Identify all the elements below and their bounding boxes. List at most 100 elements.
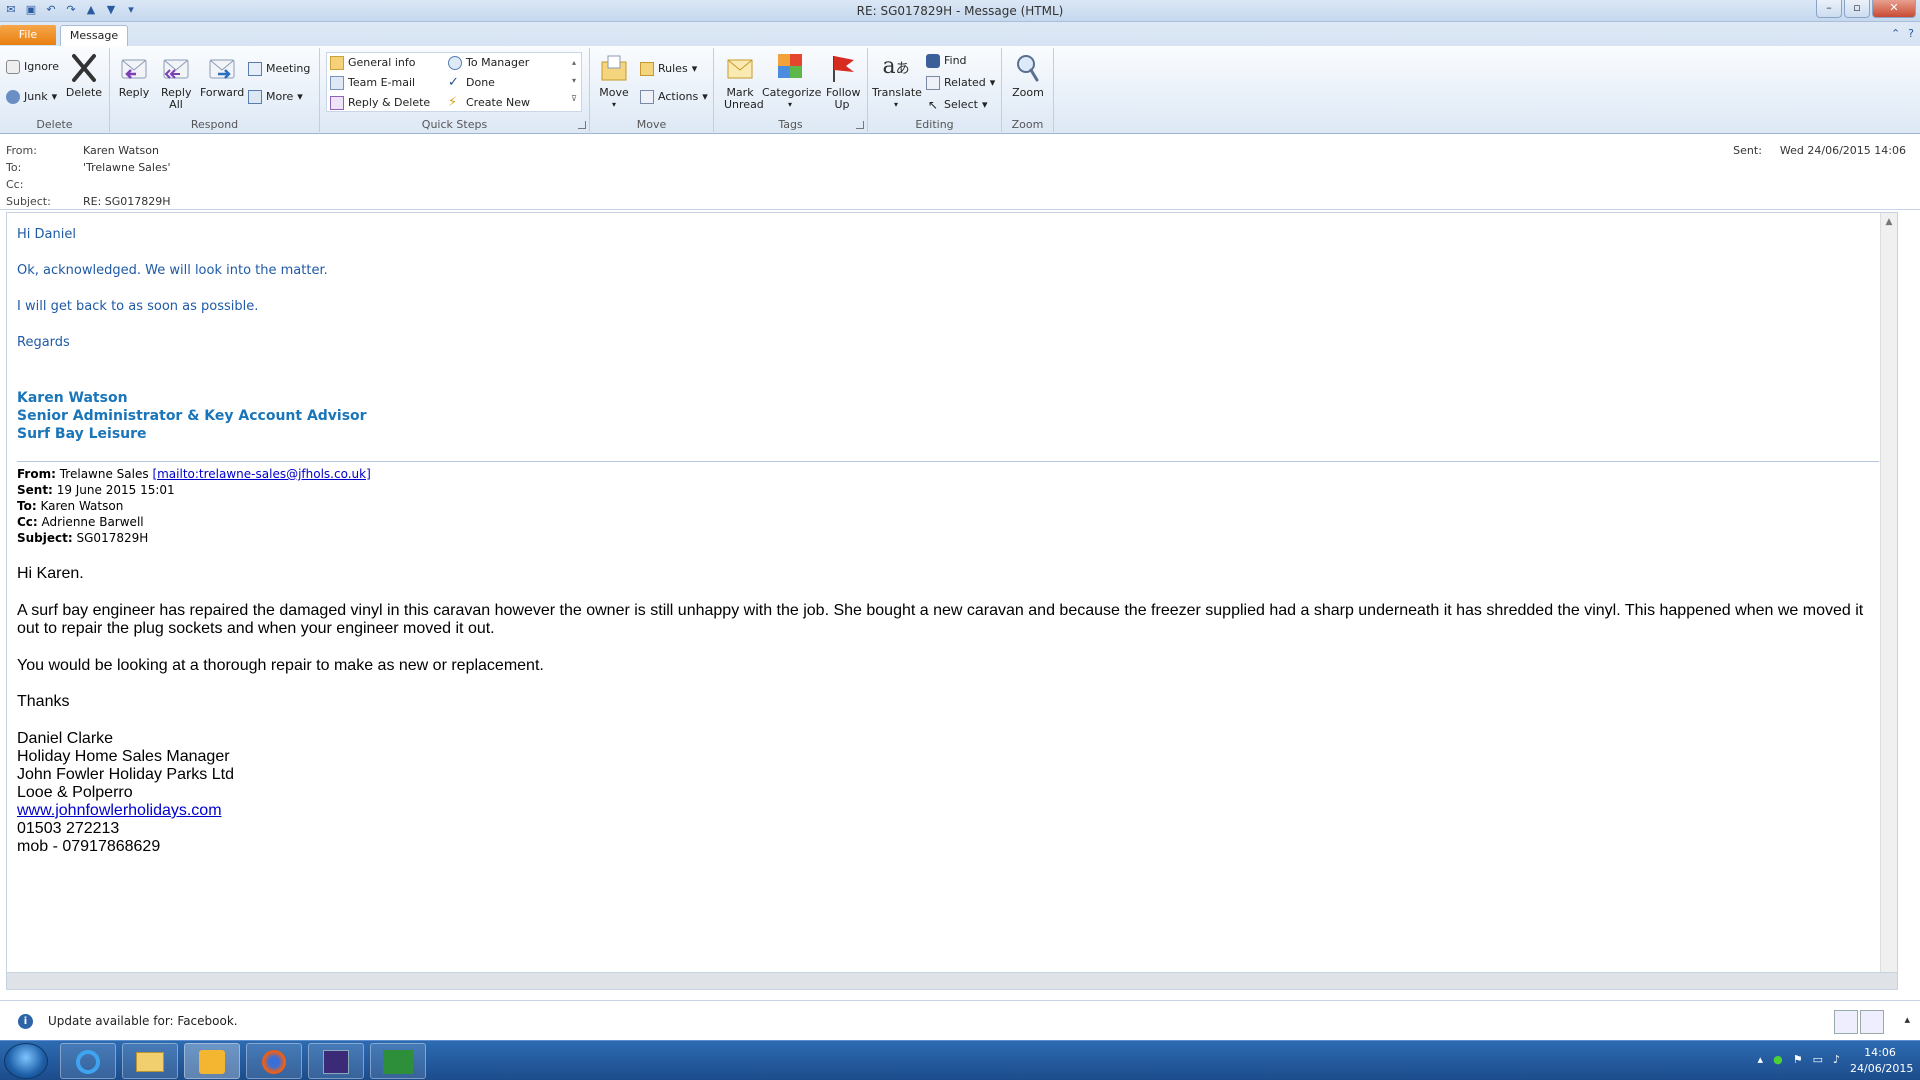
fwd-from-name: Trelawne Sales	[59, 467, 149, 481]
group-move: Move ▾ Rules ▾ Actions ▾ Move	[590, 48, 714, 132]
quickstep-to-manager[interactable]: To Manager	[448, 54, 529, 72]
signature-title: Senior Administrator & Key Account Advis…	[17, 408, 367, 424]
action-center-flag-icon[interactable]: ⚑	[1793, 1053, 1803, 1066]
minimize-ribbon-icon[interactable]: ⌃	[1891, 27, 1900, 40]
quickstep-done[interactable]: ✓ Done	[448, 74, 495, 92]
quickstep-label: General info	[348, 56, 416, 69]
junk-label: Junk	[24, 90, 48, 103]
quickstep-reply-delete[interactable]: Reply & Delete	[330, 94, 430, 112]
find-button[interactable]: Find	[926, 52, 967, 70]
close-button[interactable]: ✕	[1872, 0, 1916, 18]
header-sent-value: Wed 24/06/2015 14:06	[1779, 144, 1906, 157]
magnifier-icon	[1012, 52, 1044, 84]
status-green-icon[interactable]: ●	[1773, 1053, 1783, 1066]
more-label: More	[266, 90, 294, 103]
group-tags: Mark Unread Categorize ▾ Follow Up Tags	[714, 48, 868, 132]
person-avatar-icon[interactable]	[1860, 1010, 1884, 1034]
header-from-label: From:	[6, 144, 37, 157]
header-to-value[interactable]: 'Trelawne Sales'	[83, 161, 171, 174]
group-label-respond: Respond	[190, 118, 239, 131]
move-button[interactable]: Move ▾	[594, 52, 634, 111]
website-link[interactable]: www.johnfowlerholidays.com	[17, 802, 234, 820]
flag-icon	[826, 52, 858, 84]
minimize-button[interactable]: –	[1816, 0, 1842, 18]
vertical-scrollbar[interactable]: ▲	[1880, 213, 1897, 972]
original-paragraph-1: A surf bay engineer has repaired the dam…	[17, 602, 1864, 637]
start-button[interactable]	[4, 1043, 48, 1079]
reply-all-button[interactable]: Reply All	[156, 52, 196, 111]
more-respond-button[interactable]: More ▾	[248, 88, 303, 106]
expand-people-pane-icon[interactable]: ▴	[1904, 1013, 1910, 1026]
header-to-label: To:	[6, 161, 22, 174]
quickstep-reply-delete-icon	[330, 96, 344, 110]
network-icon[interactable]: ▭	[1813, 1053, 1823, 1066]
binoculars-icon	[926, 54, 940, 68]
meeting-calendar-icon	[248, 62, 262, 76]
group-label-quick-steps: Quick Steps	[421, 118, 488, 131]
header-from-value[interactable]: Karen Watson	[83, 144, 159, 157]
system-clock[interactable]: 14:06 24/06/2015	[1850, 1045, 1913, 1077]
dropdown-arrow-icon: ▾	[989, 76, 996, 89]
lightning-icon: ⚡	[448, 95, 458, 110]
message-body: Hi Daniel Ok, acknowledged. We will look…	[6, 212, 1898, 972]
quickstep-manager-icon	[448, 56, 462, 70]
calendar-app-icon[interactable]	[308, 1043, 364, 1079]
internet-explorer-icon[interactable]	[60, 1043, 116, 1079]
sage-icon[interactable]	[370, 1043, 426, 1079]
reply-all-label: Reply All	[161, 86, 192, 111]
info-icon: i	[18, 1014, 33, 1029]
junk-button[interactable]: Junk ▾	[6, 88, 57, 106]
cursor-icon: ↖	[927, 98, 939, 112]
fwd-cc-label: Cc:	[17, 515, 38, 529]
original-greeting: Hi Karen.	[17, 565, 84, 582]
help-icon[interactable]: ?	[1908, 27, 1914, 40]
related-button[interactable]: Related ▾	[926, 74, 995, 92]
categorize-button[interactable]: Categorize ▾	[762, 52, 821, 111]
quickstep-general-info[interactable]: General info	[330, 54, 415, 72]
group-zoom: Zoom Zoom	[1002, 48, 1054, 132]
update-available-text[interactable]: Update available for: Facebook.	[48, 1014, 238, 1028]
outlook-taskbar-icon[interactable]	[184, 1043, 240, 1079]
signature-company: Surf Bay Leisure	[17, 426, 147, 442]
move-folder-icon	[598, 52, 630, 84]
mark-unread-button[interactable]: Mark Unread	[718, 52, 764, 111]
follow-up-button[interactable]: Follow Up	[820, 52, 864, 111]
fwd-sent-row: Sent: 19 June 2015 15:01	[17, 482, 371, 498]
reply-regards: Regards	[17, 335, 70, 350]
meeting-button[interactable]: Meeting	[248, 60, 310, 78]
translate-button[interactable]: aあ Translate ▾	[872, 52, 922, 111]
forward-icon	[206, 52, 238, 84]
checkmark-icon: ✓	[448, 75, 459, 90]
fwd-cc-row: Cc: Adrienne Barwell	[17, 514, 371, 530]
reply-button[interactable]: Reply	[116, 52, 152, 99]
quick-steps-scroll[interactable]: ▴ ▾ ⊽	[568, 54, 580, 108]
dropdown-arrow-icon: ▾	[297, 90, 303, 103]
quickstep-label: Done	[466, 76, 495, 89]
actions-button[interactable]: Actions ▾	[640, 88, 708, 106]
ribbon-help-area: ⌃ ?	[1891, 27, 1914, 40]
firefox-icon[interactable]	[246, 1043, 302, 1079]
body-bottom-bar	[6, 972, 1898, 990]
quickstep-create-new[interactable]: ⚡ Create New	[448, 94, 530, 112]
select-button[interactable]: ↖ Select ▾	[926, 96, 988, 114]
clock-time: 14:06	[1864, 1046, 1896, 1059]
person-avatar-icon[interactable]	[1834, 1010, 1858, 1034]
maximize-button[interactable]: ▫	[1844, 0, 1870, 18]
scroll-up-icon[interactable]: ▲	[1881, 217, 1897, 227]
zoom-label: Zoom	[1012, 86, 1044, 99]
reply-all-icon	[160, 52, 192, 84]
related-label: Related	[944, 76, 986, 89]
delete-button[interactable]: Delete	[64, 52, 104, 99]
ignore-button[interactable]: Ignore	[6, 58, 59, 76]
file-explorer-icon[interactable]	[122, 1043, 178, 1079]
tab-message[interactable]: Message	[60, 25, 128, 46]
quickstep-team-email[interactable]: Team E-mail	[330, 74, 415, 92]
zoom-button[interactable]: Zoom	[1006, 52, 1050, 99]
forward-button[interactable]: Forward	[200, 52, 244, 99]
fwd-from-mailto-link[interactable]: [mailto:trelawne-sales@jfhols.co.uk]	[152, 467, 370, 481]
forwarded-header: From: Trelawne Sales [mailto:trelawne-sa…	[17, 466, 371, 546]
volume-icon[interactable]: ♪	[1833, 1053, 1840, 1066]
show-hidden-icons[interactable]: ▴	[1758, 1053, 1764, 1066]
tab-file[interactable]: File	[0, 25, 56, 45]
rules-button[interactable]: Rules ▾	[640, 60, 697, 78]
